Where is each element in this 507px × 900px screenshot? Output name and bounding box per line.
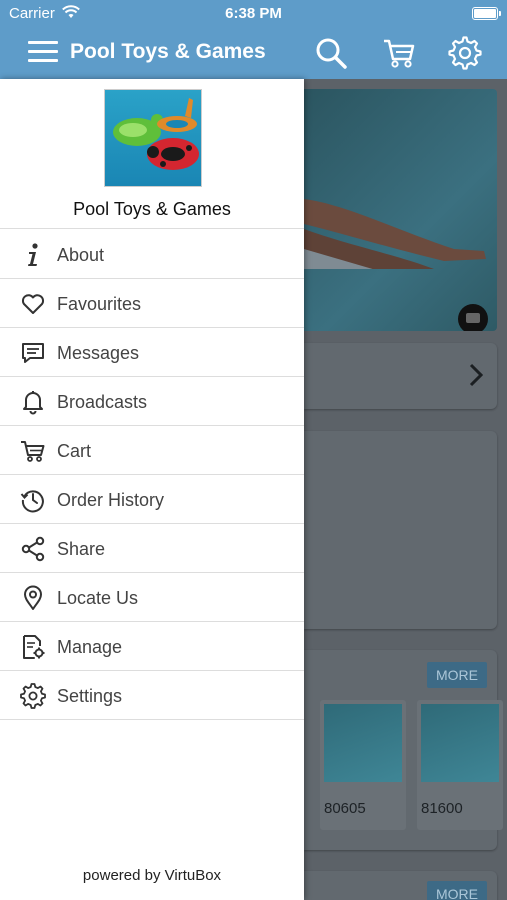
menu-item-share[interactable]: Share	[0, 524, 304, 573]
link-card[interactable]	[304, 343, 497, 409]
cart-icon	[20, 438, 46, 464]
menu-item-label: About	[57, 245, 105, 265]
chevron-right-icon	[469, 363, 483, 387]
store-name: Pool Toys & Games	[73, 199, 231, 219]
menu-item-favourites[interactable]: Favourites	[0, 279, 304, 328]
menu-item-label: Order History	[57, 490, 165, 510]
more-button[interactable]: MORE	[427, 881, 487, 900]
legs-photo	[304, 199, 486, 269]
content-card	[304, 431, 497, 629]
product-tile[interactable]: 80605	[320, 700, 406, 830]
chat-bubble-icon[interactable]	[458, 304, 488, 331]
title-bar: Pool Toys & Games	[0, 26, 507, 79]
gear-icon	[20, 683, 46, 709]
share-icon	[20, 536, 46, 562]
search-icon[interactable]	[314, 36, 348, 70]
menu-item-messages[interactable]: Messages	[0, 328, 304, 377]
status-bar: Carrier 6:38 PM	[0, 0, 507, 26]
products-section: MORE 80605 81600	[304, 650, 503, 850]
message-icon	[20, 340, 46, 366]
powered-by-footer: powered by VirtuBox	[82, 867, 222, 884]
menu-item-label: Cart	[57, 441, 92, 461]
menu-item-broadcasts[interactable]: Broadcasts	[0, 377, 304, 426]
more-button[interactable]: MORE	[427, 662, 487, 688]
background-content: MORE 80605 81600 MORE	[304, 79, 507, 900]
product-thumbnail	[324, 704, 402, 782]
store-logo	[104, 89, 202, 187]
menu-item-label: Manage	[57, 637, 123, 657]
menu-item-settings[interactable]: Settings	[0, 671, 304, 720]
drawer-header: Pool Toys & Games	[0, 79, 304, 229]
navigation-drawer: Pool Toys & Games About Favourites Messa…	[0, 79, 304, 900]
product-sku: 81600	[421, 800, 463, 817]
product-tile[interactable]: 81600	[417, 700, 503, 830]
menu-item-order-history[interactable]: Order History	[0, 475, 304, 524]
app-header: Carrier 6:38 PM Pool Toys & Games	[0, 0, 507, 79]
menu-item-label: Favourites	[57, 294, 142, 314]
bell-icon	[20, 389, 46, 415]
cart-icon[interactable]	[382, 36, 416, 70]
menu-item-about[interactable]: About	[0, 230, 304, 279]
info-icon	[20, 242, 46, 268]
battery-icon	[472, 7, 501, 20]
menu-item-label: Settings	[57, 686, 123, 706]
heart-icon	[20, 291, 46, 317]
menu-item-label: Locate Us	[57, 588, 139, 608]
menu-item-manage[interactable]: Manage	[0, 622, 304, 671]
page-title: Pool Toys & Games	[70, 40, 266, 63]
status-time: 6:38 PM	[225, 5, 282, 22]
settings-gear-icon[interactable]	[448, 36, 482, 70]
menu-item-label: Broadcasts	[57, 392, 148, 412]
drawer-menu: About Favourites Messages Broadcasts Car…	[0, 230, 304, 720]
menu-item-label: Share	[57, 539, 106, 559]
product-sku: 80605	[324, 800, 366, 817]
manage-icon	[20, 634, 46, 660]
product-thumbnail	[421, 704, 499, 782]
menu-item-label: Messages	[57, 343, 140, 363]
banner-image[interactable]	[304, 89, 497, 331]
products-section: MORE	[304, 871, 497, 900]
location-pin-icon	[20, 585, 46, 611]
menu-item-locate-us[interactable]: Locate Us	[0, 573, 304, 622]
history-icon	[20, 487, 46, 513]
hamburger-menu-icon[interactable]	[28, 41, 58, 65]
menu-item-cart[interactable]: Cart	[0, 426, 304, 475]
